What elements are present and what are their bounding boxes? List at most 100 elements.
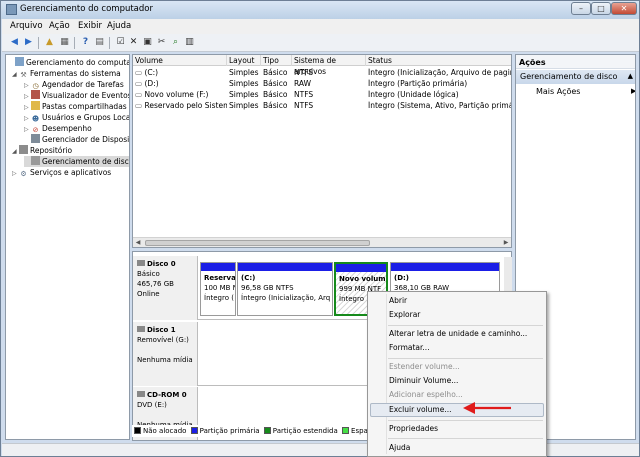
column-filesystem[interactable]: Sistema de arquivos [292, 55, 366, 76]
tree-item-shared-folders[interactable]: ▷ Pastas compartilhadas [24, 101, 127, 112]
tree-item-services-apps[interactable]: ▷ ⚙ Serviços e aplicativos [12, 167, 111, 178]
menu-item-delete-volume[interactable]: Excluir volume... [389, 404, 452, 416]
disk-type: Básico [137, 270, 160, 278]
tree-expander[interactable]: ◢ [12, 69, 19, 80]
toolbar-divider [74, 37, 75, 49]
menu-item-extend-volume: Estender volume... [389, 362, 460, 371]
tree-label: Gerenciamento de disco [42, 157, 130, 166]
cut-icon[interactable]: ✂ [155, 36, 168, 49]
menu-exibir[interactable]: Exibir [78, 21, 102, 31]
disk-size: 465,76 GB [137, 280, 174, 288]
disk-label[interactable]: Disco 0 Básico 465,76 GB Online [133, 256, 198, 320]
partition-title: (C:) [241, 274, 256, 282]
open-icon[interactable]: ▣ [141, 36, 154, 49]
actions-header: Ações [516, 55, 635, 69]
title-bar: Gerenciamento do computador – □ ✕ [1, 1, 639, 19]
tree-item-local-users[interactable]: ▷ ☻ Usuários e Grupos Loca [24, 112, 129, 123]
partition-size: 100 MB N [204, 284, 236, 292]
volume-list-header: Volume Layout Tipo Sistema de arquivos S… [133, 55, 511, 76]
table-row-volume[interactable]: ▭ (C:) [135, 68, 227, 78]
table-row-volume[interactable]: ▭ Reservado pelo Sistema [135, 101, 227, 111]
partition-reserved[interactable]: Reserva 100 MB N Íntegro ( [200, 262, 236, 316]
menu-item-help[interactable]: Ajuda [389, 442, 410, 454]
folder-icon [31, 101, 40, 110]
services-icon: ⚙ [20, 170, 27, 178]
table-cell: Básico [263, 90, 288, 99]
properties-icon[interactable]: ☑ [114, 36, 127, 49]
forward-icon[interactable]: ▶ [22, 36, 35, 49]
partition-c[interactable]: (C:) 96,58 GB NTFS Íntegro (Inicialização,… [237, 262, 333, 316]
column-type[interactable]: Tipo [261, 55, 292, 66]
tree-item-computer-management[interactable]: Gerenciamento do computado [8, 57, 129, 68]
maximize-button[interactable]: □ [591, 2, 611, 15]
tree-expander[interactable]: ◢ [12, 146, 19, 157]
tree-item-performance[interactable]: ▷ ⊘ Desempenho [24, 123, 92, 134]
menu-acao[interactable]: Ação [49, 21, 70, 31]
toolbar: ◀ ▶ ▲ ▦ ? ▤ ☑ ✕ ▣ ✂ ⌕ ▥ [2, 34, 639, 52]
column-volume[interactable]: Volume [133, 55, 227, 66]
menu-ajuda[interactable]: Ajuda [107, 21, 131, 31]
delete-icon[interactable]: ✕ [127, 36, 140, 49]
table-row-volume[interactable]: ▭ (D:) [135, 79, 227, 89]
help-icon[interactable]: ? [79, 36, 92, 49]
partition-status: Íntegro [339, 295, 365, 303]
menu-arquivo[interactable]: Arquivo [10, 21, 43, 31]
show-tree-icon[interactable]: ▦ [58, 36, 71, 49]
tree-item-system-tools[interactable]: ◢ ⚒ Ferramentas do sistema [12, 68, 121, 79]
up-folder-icon[interactable]: ▲ [43, 36, 56, 49]
tree-expander[interactable]: ▷ [12, 168, 19, 179]
disk-status: Nenhuma mídia [137, 356, 193, 364]
more-actions-item[interactable]: Mais Ações ▶ [536, 87, 635, 96]
collapse-icon[interactable]: ▲ [628, 72, 633, 80]
menu-item-change-letter[interactable]: Alterar letra de unidade e caminho... [389, 328, 527, 340]
tree-item-event-viewer[interactable]: ▷ Visualizador de Eventos [24, 90, 129, 101]
scrollbar-thumb[interactable] [145, 240, 370, 246]
scroll-left-icon[interactable]: ◀ [133, 238, 143, 247]
close-button[interactable]: ✕ [611, 2, 637, 15]
back-icon[interactable]: ◀ [8, 36, 21, 49]
partition-title: Novo volum [339, 275, 386, 283]
menu-item-format[interactable]: Formatar... [389, 342, 430, 354]
menu-item-open[interactable]: Abrir [389, 295, 407, 307]
column-status[interactable]: Status [366, 55, 511, 66]
disk-label[interactable]: Disco 1 Removível (G:) Nenhuma mídia [133, 322, 198, 386]
tree-label: Pastas compartilhadas [42, 102, 127, 111]
tree-item-storage[interactable]: ◢ Repositório [12, 145, 72, 156]
app-icon [6, 4, 17, 15]
partition-status: Íntegro ( [204, 294, 234, 302]
actions-section-disk-management[interactable]: Gerenciamento de disco ▲ [516, 70, 635, 84]
annotation-arrow-icon [463, 402, 511, 414]
partition-title: (D:) [394, 274, 410, 282]
tree-item-disk-management[interactable]: Gerenciamento de disco [24, 156, 130, 167]
disk-name: CD-ROM 0 [147, 391, 187, 399]
column-layout[interactable]: Layout [227, 55, 261, 66]
computer-icon [15, 57, 24, 66]
search-icon[interactable]: ⌕ [169, 36, 182, 49]
partition-status: Íntegro (Inicialização, Arq [241, 294, 331, 302]
partition-bar [238, 263, 332, 271]
tree-item-task-scheduler[interactable]: ▷ ◷ Agendador de Tarefas [24, 79, 124, 90]
disk-status: Online [137, 290, 160, 298]
view-icon[interactable]: ▤ [93, 36, 106, 49]
window-title: Gerenciamento do computador [20, 4, 153, 14]
minimize-button[interactable]: – [571, 2, 591, 15]
console-tree: Gerenciamento do computado ◢ ⚒ Ferramentas… [5, 54, 130, 440]
tree-label: Gerenciador de Disposit [42, 135, 130, 144]
menu-item-properties[interactable]: Propriedades [389, 423, 438, 435]
actions-section-label: Gerenciamento de disco [520, 72, 618, 81]
legend-swatch [134, 427, 141, 434]
disk-name: Disco 0 [147, 260, 176, 268]
tree-label: Serviços e aplicativos [30, 168, 112, 177]
table-cell: NTFS [294, 68, 314, 77]
scroll-right-icon[interactable]: ▶ [501, 238, 511, 247]
volume-list: Volume Layout Tipo Sistema de arquivos S… [132, 54, 512, 248]
menu-item-shrink-volume[interactable]: Diminuir Volume... [389, 375, 458, 387]
settings-icon[interactable]: ▥ [183, 36, 196, 49]
volume-name: Reservado pelo Sistema [144, 101, 227, 110]
disk-type: Removível (G:) [137, 336, 189, 344]
computer-management-window: Gerenciamento do computador – □ ✕ Arquiv… [0, 0, 640, 457]
table-row-volume[interactable]: ▭ Novo volume (F:) [135, 90, 227, 100]
menu-item-explore[interactable]: Explorar [389, 309, 420, 321]
tree-item-device-manager[interactable]: Gerenciador de Disposit [24, 134, 130, 145]
volume-list-scrollbar[interactable]: ◀ ▶ [133, 237, 511, 247]
